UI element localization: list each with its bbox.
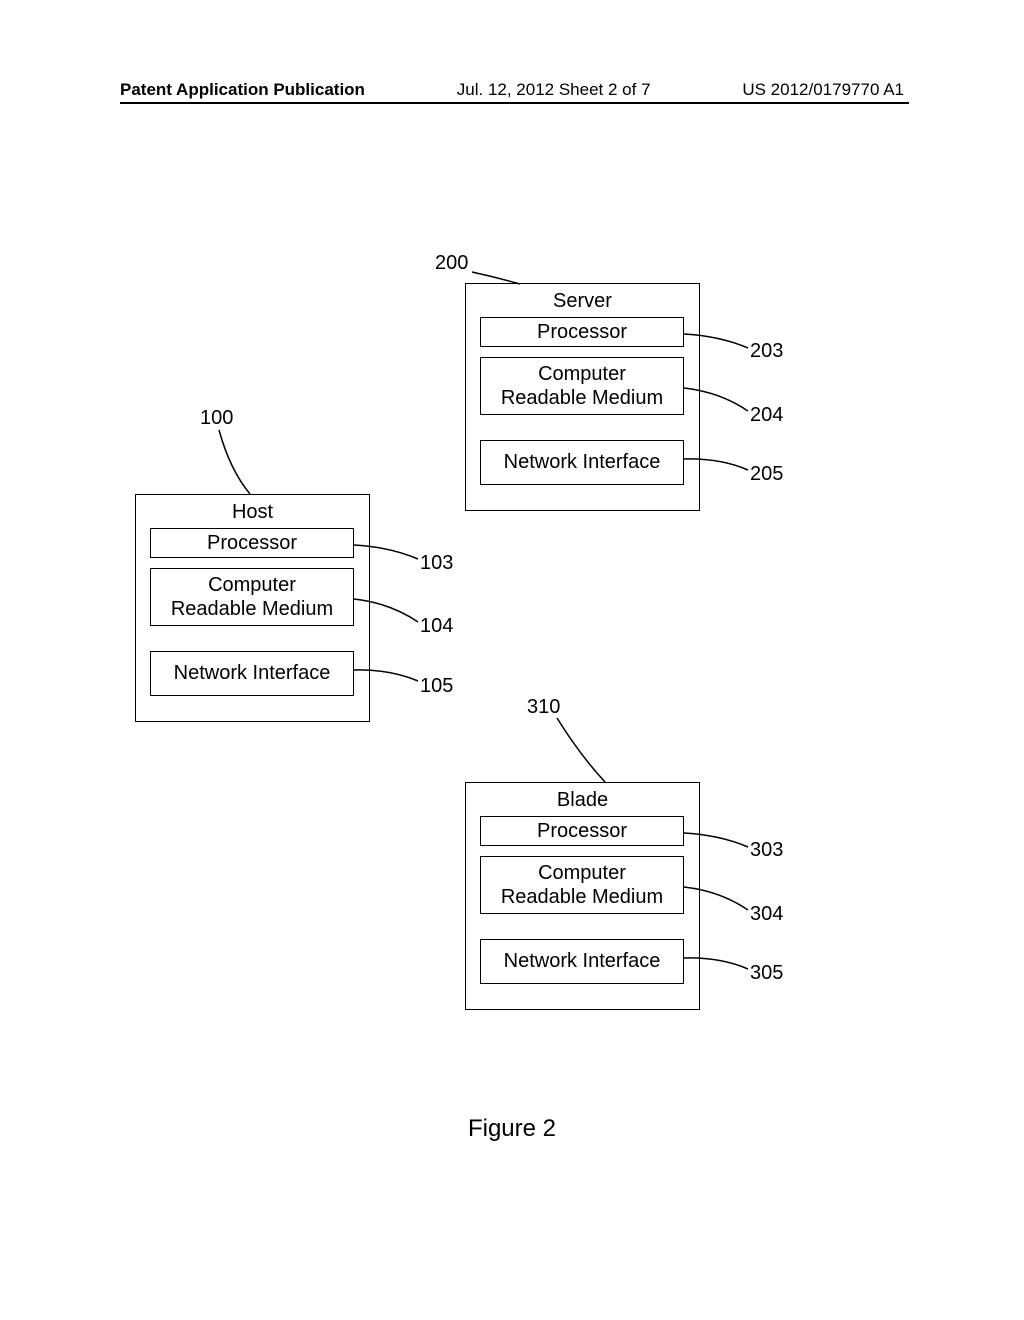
- server-medium-label: Computer Readable Medium: [501, 362, 663, 410]
- host-processor-ref: 103: [420, 552, 453, 575]
- host-ref: 100: [200, 407, 233, 430]
- host-medium-label: Computer Readable Medium: [171, 573, 333, 621]
- server-processor: Processor: [480, 317, 684, 347]
- leader-100: [219, 430, 250, 494]
- leader-310: [557, 718, 605, 782]
- host-processor: Processor: [150, 528, 354, 558]
- server-medium-ref: 204: [750, 404, 783, 427]
- figure-caption: Figure 2: [0, 1115, 1024, 1143]
- blade-ref: 310: [527, 696, 560, 719]
- host-title: Host: [135, 501, 370, 524]
- server-processor-ref: 203: [750, 340, 783, 363]
- host-interface-label: Network Interface: [174, 662, 331, 685]
- blade-processor: Processor: [480, 816, 684, 846]
- host-interface-ref: 105: [420, 675, 453, 698]
- blade-medium-label: Computer Readable Medium: [501, 861, 663, 909]
- blade-title: Blade: [465, 789, 700, 812]
- server-ref: 200: [435, 252, 468, 275]
- blade-medium-ref: 304: [750, 903, 783, 926]
- server-interface-ref: 205: [750, 463, 783, 486]
- server-interface: Network Interface: [480, 440, 684, 485]
- host-processor-label: Processor: [207, 532, 297, 555]
- blade-medium: Computer Readable Medium: [480, 856, 684, 914]
- blade-interface-ref: 305: [750, 962, 783, 985]
- host-interface: Network Interface: [150, 651, 354, 696]
- blade-interface: Network Interface: [480, 939, 684, 984]
- server-processor-label: Processor: [537, 321, 627, 344]
- server-title: Server: [465, 290, 700, 313]
- host-medium: Computer Readable Medium: [150, 568, 354, 626]
- server-interface-label: Network Interface: [504, 451, 661, 474]
- blade-processor-ref: 303: [750, 839, 783, 862]
- host-medium-ref: 104: [420, 615, 453, 638]
- blade-interface-label: Network Interface: [504, 950, 661, 973]
- server-medium: Computer Readable Medium: [480, 357, 684, 415]
- blade-processor-label: Processor: [537, 820, 627, 843]
